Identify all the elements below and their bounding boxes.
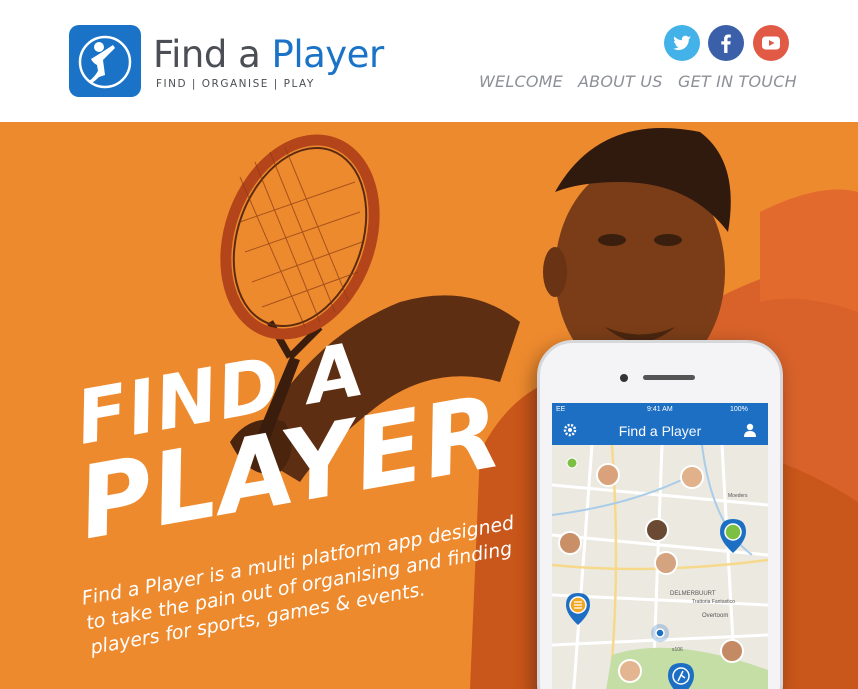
nav-get-in-touch[interactable]: GET IN TOUCH [678, 72, 797, 91]
player-avatar[interactable] [558, 531, 582, 555]
nav-welcome[interactable]: WELCOME [479, 72, 563, 91]
map-label-restaurant: Trattoria Fantastico [692, 599, 735, 605]
youtube-icon[interactable] [753, 25, 789, 61]
map-label-district: DELMERBUURT [670, 591, 716, 597]
map-label-street: Overtoom [702, 613, 728, 619]
player-map[interactable]: DELMERBUURT Overtoom Trattoria Fantastic… [552, 445, 768, 689]
hero-section: FIND A PLAYER Find a Player is a multi p… [0, 122, 858, 689]
twitter-icon[interactable] [664, 25, 700, 61]
my-location-dot [655, 628, 665, 638]
app-title-word2: Player [661, 423, 702, 439]
phone-mockup: EE 9:41 AM 100% Find a Player DELMERBUUR… [537, 340, 783, 689]
player-avatar[interactable] [596, 463, 620, 487]
player-avatar[interactable] [645, 518, 669, 542]
player-avatar[interactable] [720, 639, 744, 663]
phone-camera [620, 374, 628, 382]
logo-wordmark[interactable]: Find a Player [153, 33, 384, 76]
status-time: 9:41 AM [647, 406, 673, 413]
player-avatar[interactable] [654, 551, 678, 575]
player-avatar[interactable] [618, 659, 642, 683]
phone-screen: EE 9:41 AM 100% Find a Player DELMERBUUR… [552, 403, 768, 689]
app-top-bar: Find a Player [552, 417, 768, 445]
logo-tagline: FIND | ORGANISE | PLAY [156, 78, 315, 90]
status-battery: 100% [730, 406, 748, 413]
profile-user-icon[interactable] [742, 422, 758, 438]
map-label-poi: Moeders [728, 493, 748, 499]
logo-word-find: Find a [153, 33, 261, 76]
app-title-word1: Find a [618, 423, 658, 439]
map-label-route1: s106 [672, 647, 683, 653]
running-pin-icon[interactable] [668, 663, 694, 689]
phone-speaker [643, 375, 695, 380]
logo-word-player: Player [271, 33, 385, 76]
phone-status-bar: EE 9:41 AM 100% [552, 403, 768, 417]
nav-about-us[interactable]: ABOUT US [578, 72, 663, 91]
status-carrier: EE [556, 406, 566, 413]
site-header: Find a Player FIND | ORGANISE | PLAY WEL… [0, 0, 858, 122]
app-title: Find a Player [552, 423, 768, 439]
logo-icon[interactable] [69, 25, 141, 97]
facebook-icon[interactable] [708, 25, 744, 61]
flag-pin-icon[interactable] [566, 457, 578, 469]
player-avatar[interactable] [680, 465, 704, 489]
